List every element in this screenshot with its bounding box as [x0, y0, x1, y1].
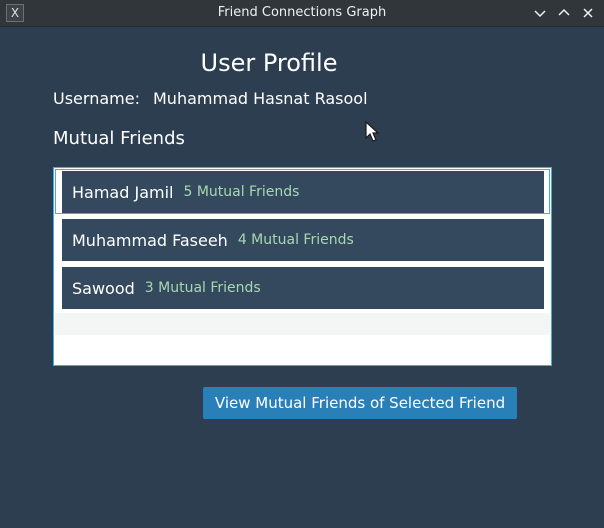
mutual-friends-list[interactable]: Hamad Jamil 5 Mutual Friends Muhammad Fa…: [53, 167, 552, 366]
window-title: Friend Connections Graph: [217, 5, 387, 20]
mutual-count: 4 Mutual Friends: [237, 232, 354, 248]
mutual-friends-heading: Mutual Friends: [53, 128, 185, 149]
view-mutual-friends-button[interactable]: View Mutual Friends of Selected Friend: [203, 387, 517, 419]
friend-row-muhammad-faseeh[interactable]: Muhammad Faseeh 4 Mutual Friends: [62, 219, 544, 261]
friend-name: Sawood: [72, 278, 135, 298]
friend-row-hamad-jamil[interactable]: Hamad Jamil 5 Mutual Friends: [62, 171, 544, 213]
mutual-count: 3 Mutual Friends: [144, 280, 261, 296]
minimize-button[interactable]: [530, 3, 550, 23]
close-icon: [583, 8, 593, 18]
chevron-down-icon: [534, 10, 546, 18]
mutual-count: 5 Mutual Friends: [183, 184, 300, 200]
friend-name: Muhammad Faseeh: [72, 230, 228, 250]
page-title: User Profile: [200, 49, 338, 77]
friend-row-sawood[interactable]: Sawood 3 Mutual Friends: [62, 267, 544, 309]
window-titlebar: X Friend Connections Graph: [0, 0, 604, 27]
chevron-up-icon: [558, 8, 570, 16]
friend-name: Hamad Jamil: [72, 182, 174, 202]
main-content: User Profile Username: Muhammad Hasnat R…: [4, 27, 600, 524]
mouse-cursor-icon: [365, 121, 380, 142]
username-value: Muhammad Hasnat Rasool: [153, 89, 368, 108]
list-empty-area: [55, 313, 550, 335]
username-label: Username:: [53, 89, 140, 108]
close-button[interactable]: [578, 3, 598, 23]
maximize-button[interactable]: [554, 3, 574, 23]
